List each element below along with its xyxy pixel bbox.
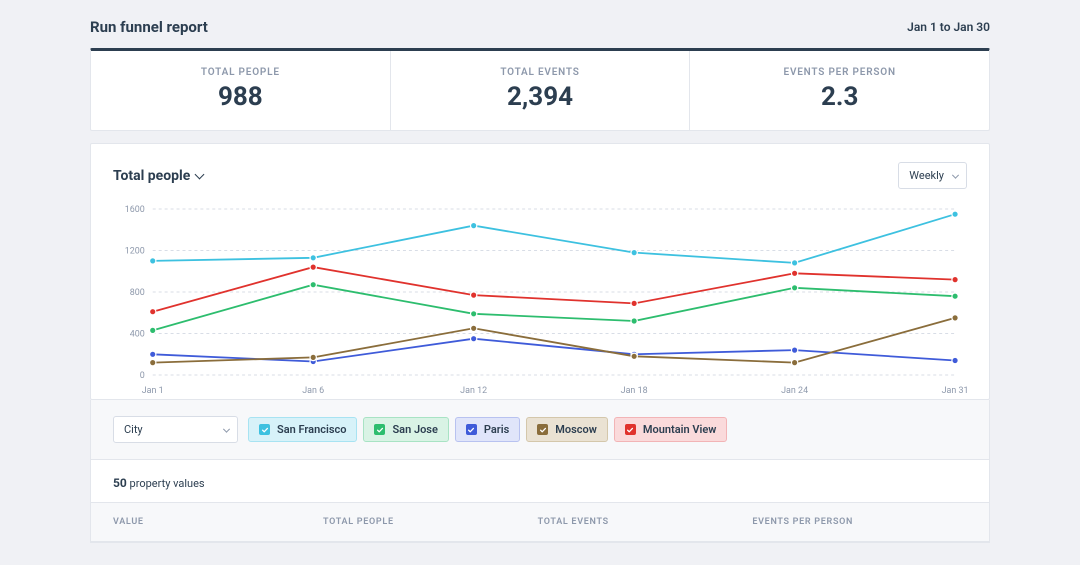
svg-text:1600: 1600 bbox=[125, 205, 145, 215]
period-value: Weekly bbox=[909, 169, 944, 182]
chart-area: 0 400 800 1200 1600 Jan 1 Jan 6 Jan 12 Jan 18 Jan… bbox=[113, 199, 967, 399]
date-range: Jan 1 to Jan 30 bbox=[907, 20, 990, 34]
stat-item: TOTAL EVENTS 2,394 bbox=[391, 51, 691, 130]
legend-label: San Francisco bbox=[277, 423, 346, 436]
stat-value: 2,394 bbox=[391, 82, 690, 112]
checkbox-icon bbox=[625, 424, 636, 435]
property-summary: 50 property values bbox=[91, 460, 989, 502]
stat-value: 2.3 bbox=[690, 82, 989, 112]
legend-pill[interactable]: Mountain View bbox=[614, 417, 728, 442]
legend-label: Paris bbox=[484, 423, 509, 436]
chart-card: Total people Weekly 0 400 800 1200 1600 Jan 1… bbox=[90, 143, 990, 400]
page-title: Run funnel report bbox=[90, 18, 208, 36]
checkbox-icon bbox=[537, 424, 548, 435]
stat-label: TOTAL PEOPLE bbox=[91, 67, 390, 78]
checkbox-icon bbox=[259, 424, 270, 435]
svg-text:Jan 6: Jan 6 bbox=[302, 386, 324, 396]
property-count: 50 bbox=[113, 476, 127, 490]
stat-label: TOTAL EVENTS bbox=[391, 67, 690, 78]
stats-card: TOTAL PEOPLE 988TOTAL EVENTS 2,394EVENTS P… bbox=[90, 48, 990, 131]
col-events: TOTAL EVENTS bbox=[538, 517, 753, 527]
svg-text:1200: 1200 bbox=[125, 246, 145, 256]
chevron-down-icon bbox=[196, 168, 203, 184]
col-epp: EVENTS PER PERSON bbox=[752, 517, 967, 527]
metric-dropdown[interactable]: Total people bbox=[113, 168, 203, 184]
legend-pill[interactable]: Paris bbox=[455, 417, 520, 442]
chevron-down-icon bbox=[223, 425, 230, 432]
checkbox-icon bbox=[466, 424, 477, 435]
svg-text:Jan 1: Jan 1 bbox=[142, 386, 164, 396]
svg-text:Jan 24: Jan 24 bbox=[781, 386, 808, 396]
stat-item: EVENTS PER PERSON 2.3 bbox=[690, 51, 989, 130]
line-chart: 0 400 800 1200 1600 Jan 1 Jan 6 Jan 12 Jan 18 Jan… bbox=[113, 199, 967, 399]
table-header: VALUE TOTAL PEOPLE TOTAL EVENTS EVENTS P… bbox=[91, 502, 989, 542]
stat-item: TOTAL PEOPLE 988 bbox=[91, 51, 391, 130]
legend-label: San Jose bbox=[392, 423, 437, 436]
stat-value: 988 bbox=[91, 82, 390, 112]
svg-text:Jan 12: Jan 12 bbox=[460, 386, 487, 396]
col-people: TOTAL PEOPLE bbox=[323, 517, 538, 527]
svg-text:Jan 31: Jan 31 bbox=[942, 386, 967, 396]
period-select[interactable]: Weekly bbox=[898, 162, 967, 189]
filter-bar: City San Francisco San Jose Paris Moscow Mou… bbox=[90, 400, 990, 460]
svg-text:400: 400 bbox=[130, 329, 145, 339]
col-value: VALUE bbox=[113, 517, 323, 527]
svg-text:0: 0 bbox=[140, 371, 145, 381]
property-table-card: 50 property values VALUE TOTAL PEOPLE TO… bbox=[90, 460, 990, 543]
chevron-down-icon bbox=[952, 171, 959, 178]
legend-pill[interactable]: Moscow bbox=[526, 417, 608, 442]
svg-text:Jan 18: Jan 18 bbox=[621, 386, 648, 396]
svg-text:800: 800 bbox=[130, 288, 145, 298]
legend-label: Moscow bbox=[555, 423, 597, 436]
metric-label: Total people bbox=[113, 168, 190, 184]
legend-pill[interactable]: San Jose bbox=[363, 417, 448, 442]
stat-label: EVENTS PER PERSON bbox=[690, 67, 989, 78]
dimension-value: City bbox=[124, 423, 143, 436]
dimension-select[interactable]: City bbox=[113, 416, 238, 443]
property-summary-label: property values bbox=[130, 477, 205, 490]
legend-label: Mountain View bbox=[643, 423, 717, 436]
legend-pill[interactable]: San Francisco bbox=[248, 417, 357, 442]
checkbox-icon bbox=[374, 424, 385, 435]
